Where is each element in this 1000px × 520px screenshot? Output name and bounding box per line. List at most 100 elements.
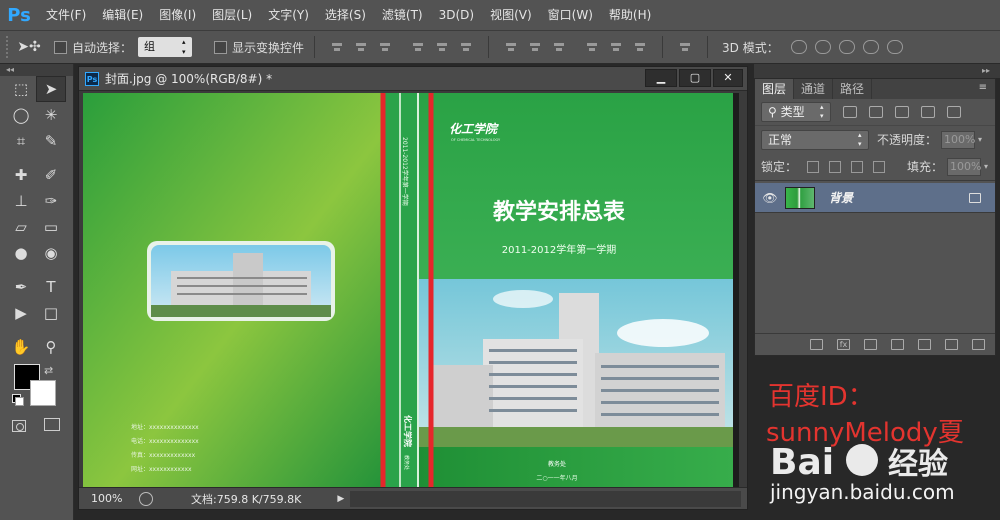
vertical-scrollbar[interactable] bbox=[739, 93, 747, 487]
canvas[interactable]: 地址：xxxxxxxxxxxxxx 电话：xxxxxxxxxxxxxx 传真：x… bbox=[83, 93, 739, 487]
close-button[interactable]: ✕ bbox=[713, 69, 743, 87]
menu-image[interactable]: 图像(I) bbox=[151, 0, 204, 30]
folder-icon[interactable] bbox=[918, 339, 931, 350]
3d-slide-icon[interactable] bbox=[862, 40, 879, 54]
menu-edit[interactable]: 编辑(E) bbox=[94, 0, 151, 30]
align-hcenter-icon[interactable] bbox=[435, 40, 449, 54]
gradient-tool-icon[interactable]: ▭ bbox=[36, 214, 66, 240]
distribute-top-icon[interactable] bbox=[504, 40, 518, 54]
blend-mode-dropdown[interactable]: 正常 bbox=[761, 129, 869, 150]
move-tool-preset[interactable]: ➤✣ bbox=[12, 35, 46, 59]
swap-colors-icon[interactable]: ⇄ bbox=[44, 364, 53, 377]
menu-3d[interactable]: 3D(D) bbox=[431, 0, 482, 30]
distribute-left-icon[interactable] bbox=[585, 40, 599, 54]
filter-shape-icon[interactable] bbox=[921, 106, 935, 118]
lock-transparent-icon[interactable] bbox=[807, 160, 820, 173]
horizontal-scrollbar[interactable] bbox=[350, 490, 741, 507]
magic-wand-tool-icon[interactable]: ✳ bbox=[36, 102, 66, 128]
marquee-tool-icon[interactable]: ⬚ bbox=[6, 76, 36, 102]
history-brush-tool-icon[interactable]: ✑ bbox=[36, 188, 66, 214]
align-bottom-icon[interactable] bbox=[378, 40, 392, 54]
align-right-icon[interactable] bbox=[459, 40, 473, 54]
panel-collapse-icon[interactable]: ▸▸ bbox=[754, 64, 1000, 78]
auto-select-checkbox[interactable] bbox=[54, 40, 67, 54]
eyedropper-tool-icon[interactable]: ✎ bbox=[36, 128, 66, 154]
menu-select[interactable]: 选择(S) bbox=[317, 0, 374, 30]
distribute-bottom-icon[interactable] bbox=[552, 40, 566, 54]
distribute-hcenter-icon[interactable] bbox=[609, 40, 623, 54]
pen-tool-icon[interactable]: ✒ bbox=[6, 274, 36, 300]
tab-layers[interactable]: 图层 bbox=[755, 79, 795, 99]
restore-button[interactable]: ▢ bbox=[679, 69, 711, 87]
rectangle-tool-icon[interactable]: □ bbox=[36, 300, 66, 326]
clone-stamp-tool-icon[interactable]: ⊥ bbox=[6, 188, 36, 214]
cover-subtitle: 2011-2012学年第一学期 bbox=[502, 243, 617, 256]
3d-rotate-icon[interactable] bbox=[790, 40, 807, 54]
quick-mask-icon[interactable] bbox=[12, 420, 26, 432]
lock-pixels-icon[interactable] bbox=[829, 160, 842, 173]
fill-arrow-icon[interactable]: ▾ bbox=[984, 162, 988, 171]
layer-row[interactable]: 👁 背景 bbox=[755, 183, 995, 213]
auto-select-dropdown[interactable]: 组 bbox=[138, 37, 193, 57]
filter-smartobject-icon[interactable] bbox=[947, 106, 961, 118]
distribute-right-icon[interactable] bbox=[633, 40, 647, 54]
dodge-tool-icon[interactable]: ◉ bbox=[36, 240, 66, 266]
lasso-tool-icon[interactable]: ◯ bbox=[6, 102, 36, 128]
document-tab[interactable]: Ps 封面.jpg @ 100%(RGB/8#) * ▁ ▢ ✕ bbox=[79, 67, 747, 91]
brush-tool-icon[interactable]: ✐ bbox=[36, 162, 66, 188]
screen-mode-icon[interactable] bbox=[44, 418, 60, 431]
path-selection-tool-icon[interactable]: ▶ bbox=[6, 300, 36, 326]
lock-all-icon[interactable] bbox=[873, 160, 886, 173]
zoom-tool-icon[interactable]: ⚲ bbox=[36, 334, 66, 360]
move-tool-icon[interactable]: ➤ bbox=[36, 76, 66, 102]
zoom-field[interactable]: 100% bbox=[91, 492, 131, 505]
mask-icon[interactable] bbox=[864, 339, 877, 350]
hand-tool-icon[interactable]: ✋ bbox=[6, 334, 36, 360]
link-icon[interactable] bbox=[810, 339, 823, 350]
menu-window[interactable]: 窗口(W) bbox=[540, 0, 601, 30]
filter-pixel-icon[interactable] bbox=[843, 106, 857, 118]
3d-scale-icon[interactable] bbox=[886, 40, 903, 54]
auto-align-icon[interactable] bbox=[678, 40, 692, 54]
3d-roll-icon[interactable] bbox=[814, 40, 831, 54]
3d-pan-icon[interactable] bbox=[838, 40, 855, 54]
blur-tool-icon[interactable]: ● bbox=[6, 240, 36, 266]
align-left-icon[interactable] bbox=[411, 40, 425, 54]
trash-icon[interactable] bbox=[972, 339, 985, 350]
tab-paths[interactable]: 路径 bbox=[833, 79, 873, 99]
fill-field[interactable]: 100% bbox=[947, 157, 981, 176]
eye-icon[interactable]: 👁 bbox=[755, 191, 785, 205]
show-transform-checkbox[interactable] bbox=[214, 40, 228, 54]
filter-type-icon[interactable] bbox=[895, 106, 909, 118]
status-menu-arrow[interactable]: ▶ bbox=[337, 494, 344, 504]
eraser-tool-icon[interactable]: ▱ bbox=[6, 214, 36, 240]
fx-icon[interactable]: fx bbox=[837, 339, 850, 350]
new-layer-icon[interactable] bbox=[945, 339, 958, 350]
align-vcenter-icon[interactable] bbox=[354, 40, 368, 54]
distribute-vcenter-icon[interactable] bbox=[528, 40, 542, 54]
menu-type[interactable]: 文字(Y) bbox=[260, 0, 317, 30]
tab-channels[interactable]: 通道 bbox=[794, 79, 834, 99]
menu-filter[interactable]: 滤镜(T) bbox=[374, 0, 431, 30]
panel-menu-icon[interactable]: ≡ bbox=[979, 82, 987, 93]
opacity-field[interactable]: 100% bbox=[941, 130, 975, 149]
type-tool-icon[interactable]: T bbox=[36, 274, 66, 300]
filter-adjustment-icon[interactable] bbox=[869, 106, 883, 118]
align-top-icon[interactable] bbox=[330, 40, 344, 54]
filter-kind-dropdown[interactable]: ⚲ 类型 bbox=[761, 102, 831, 122]
adjustment-icon[interactable] bbox=[891, 339, 904, 350]
toolbox-collapse-icon[interactable]: ◂◂ bbox=[0, 64, 73, 76]
menu-help[interactable]: 帮助(H) bbox=[601, 0, 659, 30]
menu-view[interactable]: 视图(V) bbox=[482, 0, 540, 30]
status-info-icon[interactable] bbox=[139, 491, 153, 506]
lock-position-icon[interactable] bbox=[851, 160, 864, 173]
minimize-button[interactable]: ▁ bbox=[645, 69, 677, 87]
background-color-swatch[interactable] bbox=[30, 380, 56, 406]
watermark-url: jingyan.baidu.com bbox=[770, 480, 955, 504]
default-colors-icon[interactable] bbox=[12, 394, 24, 406]
healing-brush-tool-icon[interactable]: ✚ bbox=[6, 162, 36, 188]
crop-tool-icon[interactable]: ⌗ bbox=[6, 128, 36, 154]
menu-file[interactable]: 文件(F) bbox=[38, 0, 94, 30]
opacity-arrow-icon[interactable]: ▾ bbox=[978, 135, 982, 144]
menu-layer[interactable]: 图层(L) bbox=[204, 0, 260, 30]
